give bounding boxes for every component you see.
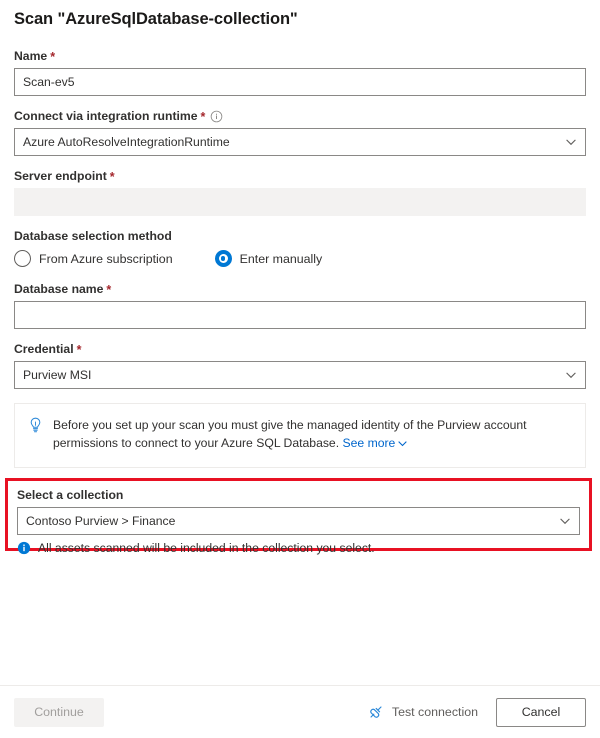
- field-credential: Credential * Purview MSI: [14, 341, 586, 389]
- collection-highlight-box: Select a collection Contoso Purview > Fi…: [5, 478, 592, 555]
- radio-from-azure-subscription[interactable]: From Azure subscription: [14, 250, 173, 267]
- integration-runtime-value: Azure AutoResolveIntegrationRuntime: [23, 135, 230, 149]
- collection-dropdown[interactable]: Contoso Purview > Finance: [17, 507, 580, 535]
- name-input-value: Scan-ev5: [23, 75, 75, 89]
- radio-label: Enter manually: [239, 251, 323, 266]
- chevron-down-icon: [563, 367, 579, 383]
- name-input[interactable]: Scan-ev5: [14, 68, 586, 96]
- chevron-down-icon: [557, 513, 573, 529]
- tip-text: Before you set up your scan you must giv…: [53, 418, 527, 450]
- required-asterisk: *: [106, 283, 112, 297]
- chevron-down-icon: [397, 436, 408, 454]
- collection-note: All assets scanned will be included in t…: [17, 540, 580, 556]
- collection-note-text: All assets scanned will be included in t…: [38, 541, 375, 555]
- test-connection-link[interactable]: Test connection: [368, 704, 478, 720]
- database-selection-radio-group: From Azure subscription Enter manually: [14, 250, 586, 267]
- scan-dialog: Scan "AzureSqlDatabase-collection" Name …: [0, 0, 600, 738]
- required-asterisk: *: [76, 343, 82, 357]
- info-circle-icon[interactable]: [210, 110, 223, 123]
- radio-mark-checked: [214, 250, 232, 267]
- info-filled-icon: [17, 541, 31, 555]
- page-title: Scan "AzureSqlDatabase-collection": [14, 10, 298, 28]
- dialog-body: Scan "AzureSqlDatabase-collection" Name …: [0, 0, 600, 468]
- radio-enter-manually[interactable]: Enter manually: [214, 250, 323, 267]
- field-name: Name * Scan-ev5: [14, 48, 586, 96]
- database-name-input[interactable]: [14, 301, 586, 329]
- label-name: Name *: [14, 48, 586, 64]
- label-database-selection-method: Database selection method: [14, 228, 586, 244]
- tip-text-block: Before you set up your scan you must giv…: [53, 416, 571, 454]
- label-database-selection-method-text: Database selection method: [14, 229, 172, 243]
- required-asterisk: *: [50, 50, 56, 64]
- label-integration-runtime: Connect via integration runtime *: [14, 108, 586, 124]
- field-database-name: Database name *: [14, 281, 586, 329]
- label-select-a-collection: Select a collection: [17, 487, 580, 503]
- integration-runtime-dropdown[interactable]: Azure AutoResolveIntegrationRuntime: [14, 128, 586, 156]
- test-connection-label: Test connection: [391, 705, 478, 719]
- field-integration-runtime: Connect via integration runtime * Azure …: [14, 108, 586, 156]
- cancel-button[interactable]: Cancel: [496, 697, 586, 727]
- field-database-selection-method: Database selection method From Azure sub…: [14, 228, 586, 267]
- label-database-name-text: Database name: [14, 282, 104, 296]
- permissions-tip-panel: Before you set up your scan you must giv…: [14, 403, 586, 468]
- required-asterisk: *: [200, 110, 206, 124]
- label-database-name: Database name *: [14, 281, 586, 297]
- field-server-endpoint: Server endpoint *: [14, 168, 586, 216]
- see-more-link[interactable]: See more: [343, 436, 396, 450]
- server-endpoint-input: [14, 188, 586, 216]
- continue-button[interactable]: Continue: [14, 697, 104, 727]
- label-integration-runtime-text: Connect via integration runtime: [14, 109, 198, 123]
- radio-label: From Azure subscription: [39, 251, 173, 266]
- plug-icon: [368, 704, 384, 720]
- label-server-endpoint-text: Server endpoint: [14, 169, 107, 183]
- radio-mark-unchecked: [14, 250, 31, 267]
- collection-value: Contoso Purview > Finance: [26, 514, 176, 528]
- credential-dropdown[interactable]: Purview MSI: [14, 361, 586, 389]
- credential-value: Purview MSI: [23, 368, 92, 382]
- label-select-a-collection-text: Select a collection: [17, 488, 124, 502]
- label-credential-text: Credential: [14, 342, 74, 356]
- lightbulb-icon: [28, 417, 43, 439]
- label-credential: Credential *: [14, 341, 586, 357]
- label-server-endpoint: Server endpoint *: [14, 168, 586, 184]
- required-asterisk: *: [109, 170, 115, 184]
- label-name-text: Name: [14, 49, 48, 63]
- chevron-down-icon: [563, 134, 579, 150]
- dialog-footer: Continue Test connection Cancel: [0, 685, 600, 738]
